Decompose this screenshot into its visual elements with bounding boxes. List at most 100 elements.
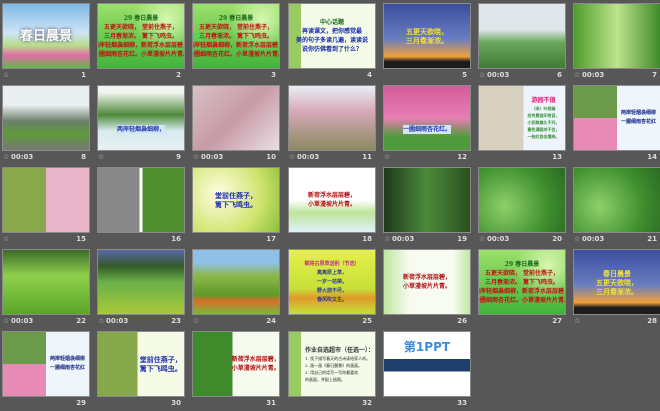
transition-icon[interactable]: ☆: [289, 153, 295, 161]
transition-icon[interactable]: ☆: [384, 153, 390, 161]
slide-thumbnail-18[interactable]: 新荷浮水层层碧， 小草漫坡片片青。 18: [288, 167, 376, 247]
slide-preview[interactable]: [478, 167, 566, 233]
transition-icon[interactable]: ☆: [193, 317, 199, 325]
slide-info: ☆ 00:03 23: [97, 316, 185, 328]
transition-icon[interactable]: ☆: [98, 153, 104, 161]
slide-preview[interactable]: 两岸轻烟袅细柳，: [97, 85, 185, 151]
slide-preview[interactable]: [2, 167, 90, 233]
transition-icon[interactable]: ☆: [98, 317, 104, 325]
slide-preview[interactable]: [2, 85, 90, 151]
slide-thumbnail-29[interactable]: 两岸轻烟袅细柳 一圃细雨杏花红 29: [2, 331, 90, 411]
slide-line: 第1PPT: [403, 340, 451, 354]
transition-icon[interactable]: ☆: [3, 235, 9, 243]
transition-icon[interactable]: ☆: [479, 235, 485, 243]
slide-thumbnail-22[interactable]: ☆ 00:03 22: [2, 249, 90, 329]
slide-preview[interactable]: [192, 85, 280, 151]
slide-preview[interactable]: [288, 85, 376, 151]
slide-thumbnail-24[interactable]: ☆ 24: [192, 249, 280, 329]
slide-preview[interactable]: [478, 3, 566, 69]
slide-preview[interactable]: [573, 167, 660, 233]
slide-line: 新荷浮水层层碧，: [307, 192, 356, 199]
slide-text: 堂前住燕子， 篱下飞鸣虫。: [193, 168, 279, 232]
slide-thumbnail-16[interactable]: 16: [97, 167, 185, 247]
slide-preview[interactable]: 29 春日晨景 五更天欲晓， 堂前住燕子， 三月春渐浓。 篱下飞鸣虫。 两岸轻烟袅细柳…: [192, 3, 280, 69]
slide-thumbnail-26[interactable]: 新荷浮水层层碧， 小草漫坡片片青。 26: [383, 249, 471, 329]
transition-icon[interactable]: ☆: [3, 71, 9, 79]
slide-info: ☆ 00:03 10: [192, 152, 280, 164]
transition-icon[interactable]: ☆: [3, 317, 9, 325]
slide-thumbnail-8[interactable]: ☆ 00:03 8: [2, 85, 90, 165]
slide-preview[interactable]: 作业自选超市（任选一）： 1. 找下描写春天的古诗读给家人听。 2. 画一画《春日晨…: [288, 331, 376, 397]
transition-icon[interactable]: ☆: [193, 153, 199, 161]
slide-line: 堂前住燕子，: [215, 191, 257, 200]
transition-icon[interactable]: ☆: [574, 235, 580, 243]
slide-preview[interactable]: 新荷浮水层层碧， 小草漫坡片片青。: [192, 331, 280, 397]
slide-preview[interactable]: [2, 249, 90, 315]
slide-preview[interactable]: [383, 167, 471, 233]
slide-line: 一枝红杏出墙来。: [527, 134, 560, 139]
slide-preview[interactable]: 游园不值 （宋）叶绍翁 应怜屐齿印苍苔， 小扣柴扉久不开。 春色满园关不住， 一枝红杏出墙…: [478, 85, 566, 151]
transition-icon[interactable]: ☆: [574, 71, 580, 79]
slide-thumbnail-15[interactable]: ☆ 15: [2, 167, 90, 247]
slide-number: 3: [271, 71, 276, 79]
slide-preview[interactable]: 春日晨景 五更天欲晓， 三月春渐浓。: [573, 249, 660, 315]
slide-preview[interactable]: 春日晨景: [2, 3, 90, 69]
slide-thumbnail-11[interactable]: ☆ 00:03 11: [288, 85, 376, 165]
slide-preview[interactable]: 五更天欲晓， 三月春渐浓。: [383, 3, 471, 69]
slide-preview[interactable]: 中心话题 再读课文，把你感觉最 美的句子多读几遍，读读说 说你仿佛看到了什么？: [288, 3, 376, 69]
slide-thumbnail-10[interactable]: ☆ 00:03 10: [192, 85, 280, 165]
slide-thumbnail-32[interactable]: 作业自选超市（任选一）： 1. 找下描写春天的古诗读给家人听。 2. 画一画《春日晨…: [288, 331, 376, 411]
slide-thumbnail-30[interactable]: 堂前住燕子， 篱下飞鸣虫。 30: [97, 331, 185, 411]
slide-thumbnail-25[interactable]: 赋得古原草送别（节选） 离离原上草， 一岁一枯荣。 野火烧不尽， 春风吹又生。 25: [288, 249, 376, 329]
slide-thumbnail-1[interactable]: 春日晨景 ☆ 1: [2, 3, 90, 83]
slide-thumbnail-17[interactable]: 堂前住燕子， 篱下飞鸣虫。 17: [192, 167, 280, 247]
slide-thumbnail-13[interactable]: 游园不值 （宋）叶绍翁 应怜屐齿印苍苔， 小扣柴扉久不开。 春色满园关不住， 一枝红杏出墙…: [478, 85, 566, 165]
slide-thumbnail-19[interactable]: ☆ 00:03 19: [383, 167, 471, 247]
slide-preview[interactable]: 新荷浮水层层碧， 小草漫坡片片青。: [383, 249, 471, 315]
slide-thumbnail-2[interactable]: 29 春日晨景 五更天欲晓， 堂前住燕子， 三月春渐浓。 篱下飞鸣虫。 两岸轻烟袅细柳…: [97, 3, 185, 83]
slide-thumbnail-7[interactable]: ☆ 00:03 7: [573, 3, 660, 83]
slide-preview[interactable]: [192, 249, 280, 315]
slide-thumbnail-27[interactable]: 29 春日晨景 五更天欲晓， 堂前住燕子， 三月春渐浓。 篱下飞鸣虫。 两岸轻烟袅细柳…: [478, 249, 566, 329]
slide-thumbnail-33[interactable]: 第1PPT 33: [383, 331, 471, 411]
slide-number: 18: [362, 235, 372, 243]
slide-preview[interactable]: [97, 167, 185, 233]
slide-preview[interactable]: 赋得古原草送别（节选） 离离原上草， 一岁一枯荣。 野火烧不尽， 春风吹又生。: [288, 249, 376, 315]
transition-icon[interactable]: ☆: [479, 71, 485, 79]
slide-preview[interactable]: [573, 3, 660, 69]
slide-info: ☆ 15: [2, 234, 90, 246]
slide-line: 小草漫坡片片青。: [231, 365, 280, 372]
slide-info: 4: [288, 70, 376, 82]
transition-icon[interactable]: ☆: [574, 317, 580, 325]
slide-thumbnail-20[interactable]: ☆ 00:03 20: [478, 167, 566, 247]
slide-preview[interactable]: 第1PPT: [383, 331, 471, 397]
slide-preview[interactable]: 29 春日晨景 五更天欲晓， 堂前住燕子， 三月春渐浓。 篱下飞鸣虫。 两岸轻烟袅细柳…: [97, 3, 185, 69]
slide-info: ☆ 00:03 8: [2, 152, 90, 164]
transition-icon[interactable]: ☆: [3, 153, 9, 161]
slide-preview[interactable]: 堂前住燕子， 篱下飞鸣虫。: [192, 167, 280, 233]
slide-thumbnail-23[interactable]: ☆ 00:03 23: [97, 249, 185, 329]
slide-preview[interactable]: 两岸轻烟袅细柳 一圃细雨杏花红: [2, 331, 90, 397]
slide-thumbnail-4[interactable]: 中心话题 再读课文，把你感觉最 美的句子多读几遍，读读说 说你仿佛看到了什么？ 4: [288, 3, 376, 83]
slide-thumbnail-3[interactable]: 29 春日晨景 五更天欲晓， 堂前住燕子， 三月春渐浓。 篱下飞鸣虫。 两岸轻烟袅细柳…: [192, 3, 280, 83]
slide-thumbnail-9[interactable]: 两岸轻烟袅细柳， ☆ 9: [97, 85, 185, 165]
slide-thumbnail-28[interactable]: 春日晨景 五更天欲晓， 三月春渐浓。 ☆ 28: [573, 249, 660, 329]
slide-thumbnail-21[interactable]: ☆ 00:03 21: [573, 167, 660, 247]
slide-line: 一圃细雨杏花红: [49, 365, 85, 371]
slide-thumbnail-6[interactable]: ☆ 00:03 6: [478, 3, 566, 83]
slide-preview[interactable]: 堂前住燕子， 篱下飞鸣虫。: [97, 331, 185, 397]
slide-text: 第1PPT: [384, 332, 470, 396]
slide-preview[interactable]: [97, 249, 185, 315]
slide-preview[interactable]: 两岸轻烟袅细柳 一圃细雨杏花红: [573, 85, 660, 151]
slide-thumbnail-5[interactable]: 五更天欲晓， 三月春渐浓。 5: [383, 3, 471, 83]
slide-preview[interactable]: 一圃细雨杏花红。: [383, 85, 471, 151]
slide-thumbnail-12[interactable]: 一圃细雨杏花红。 ☆ 12: [383, 85, 471, 165]
slide-preview[interactable]: 29 春日晨景 五更天欲晓， 堂前住燕子， 三月春渐浓。 篱下飞鸣虫。 两岸轻烟袅细柳…: [478, 249, 566, 315]
transition-icon[interactable]: ☆: [384, 235, 390, 243]
slide-preview[interactable]: 新荷浮水层层碧， 小草漫坡片片青。: [288, 167, 376, 233]
slide-thumbnail-14[interactable]: 两岸轻烟袅细柳 一圃细雨杏花红 14: [573, 85, 660, 165]
slide-info: 31: [192, 398, 280, 410]
slide-info: 27: [478, 316, 566, 328]
slide-thumbnail-31[interactable]: 新荷浮水层层碧， 小草漫坡片片青。 31: [192, 331, 280, 411]
slide-line: 两岸轻烟袅细柳，新荷浮水层层碧，: [478, 287, 566, 295]
